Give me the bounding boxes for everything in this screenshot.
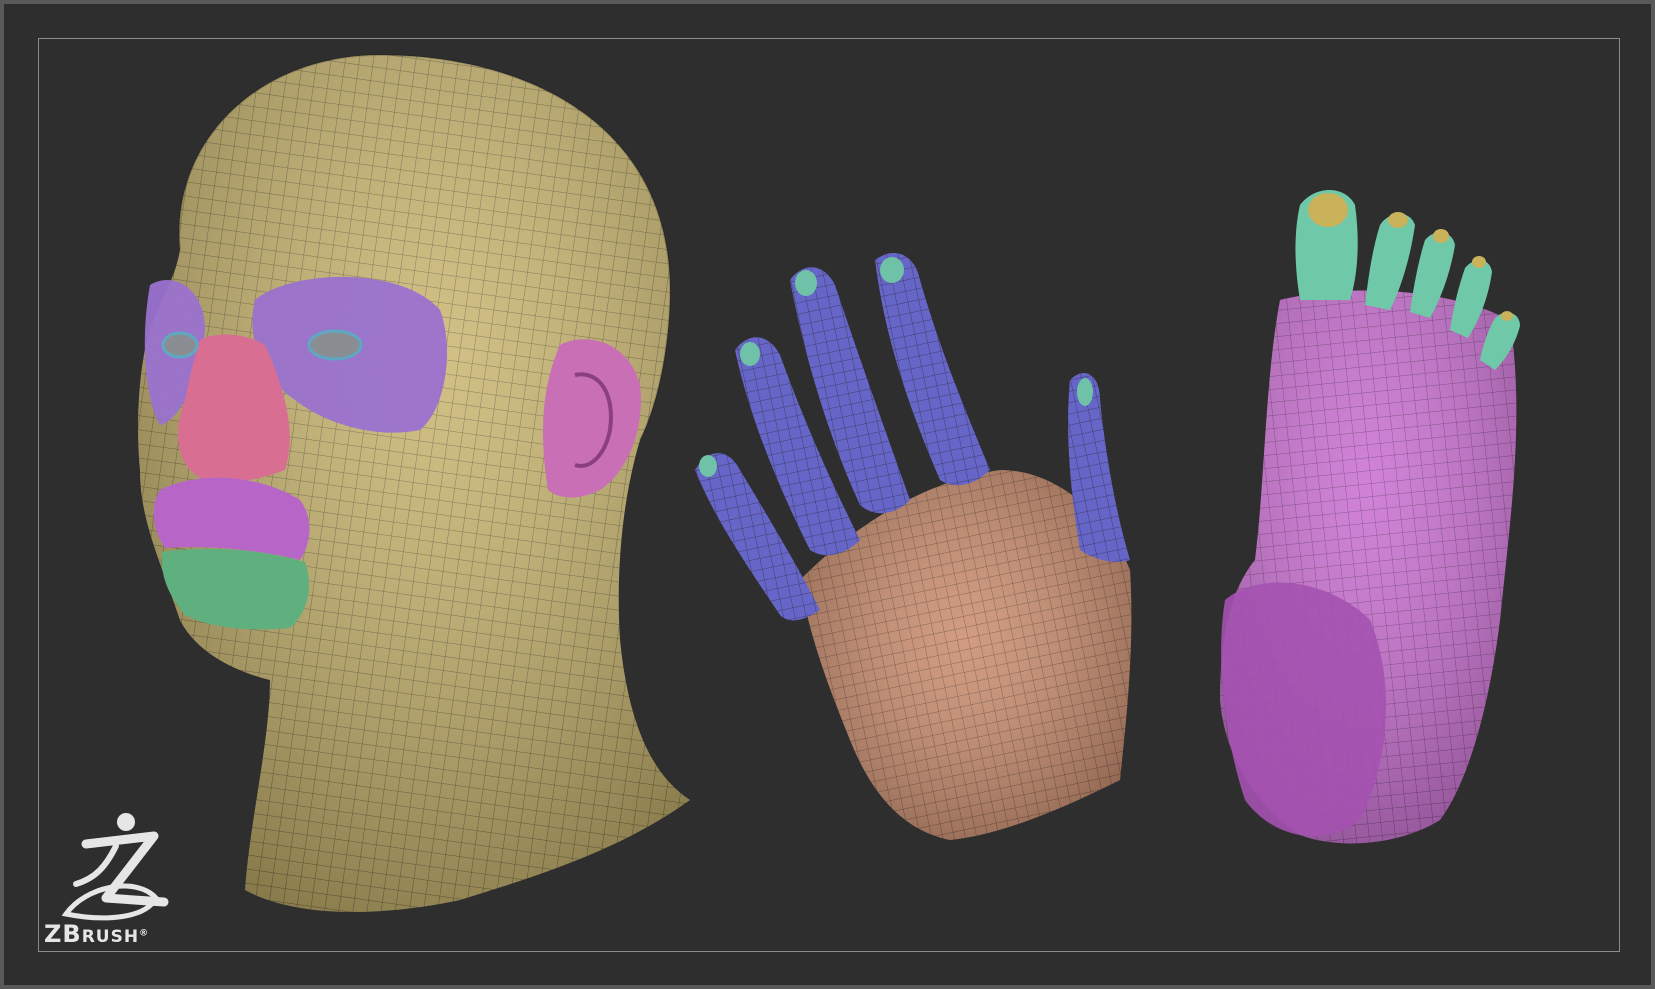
- eye-right: [307, 329, 363, 361]
- scene[interactable]: [0, 0, 1655, 989]
- ankle-cut: [1221, 582, 1387, 837]
- brand-name: ZBRUSH®: [44, 920, 149, 948]
- eye-left: [161, 331, 199, 359]
- toenail-third: [1433, 229, 1449, 243]
- brand-name-small: RUSH: [81, 927, 140, 947]
- toenail-little: [1501, 311, 1513, 321]
- fingernail-middle: [795, 270, 817, 296]
- foot-model[interactable]: [1220, 190, 1520, 844]
- hand-model[interactable]: [695, 252, 1132, 840]
- fingernail-ring: [740, 342, 760, 366]
- brand-name-big: ZB: [44, 920, 82, 948]
- fingernail-index: [880, 257, 904, 283]
- toenail-big: [1308, 193, 1348, 227]
- fingernail-pinky: [699, 455, 717, 477]
- toenail-fourth: [1472, 256, 1486, 268]
- head-model[interactable]: [138, 53, 691, 912]
- fingernail-thumb: [1077, 378, 1093, 406]
- registered-mark: ®: [139, 928, 150, 939]
- toenail-second: [1388, 212, 1408, 228]
